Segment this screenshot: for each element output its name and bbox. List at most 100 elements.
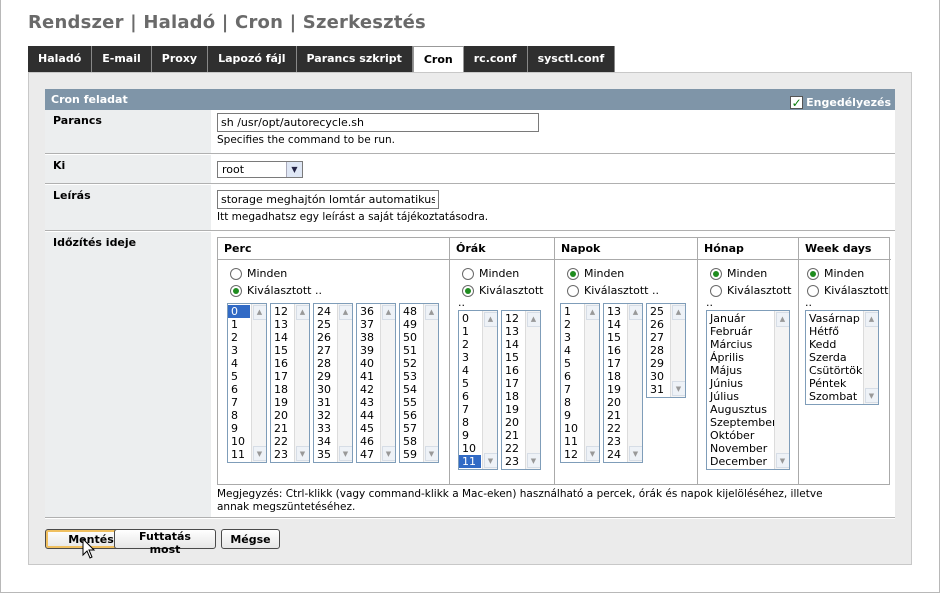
- list-option[interactable]: 3: [459, 351, 481, 364]
- scroll-up-icon[interactable]: ▲: [585, 305, 599, 319]
- scrollbar[interactable]: ▲ ▼: [627, 304, 642, 462]
- weekday-all-option[interactable]: Minden: [799, 265, 891, 282]
- hour-all-option[interactable]: Minden: [450, 265, 554, 282]
- list-option[interactable]: 4: [561, 344, 583, 357]
- list-option[interactable]: 20: [604, 396, 626, 409]
- scroll-up-icon[interactable]: ▲: [338, 305, 352, 319]
- list-option[interactable]: 8: [228, 409, 250, 422]
- scrollbar[interactable]: ▲ ▼: [863, 311, 878, 404]
- list-option[interactable]: 15: [271, 344, 293, 357]
- list-option[interactable]: 22: [502, 442, 524, 455]
- list-option[interactable]: 12: [561, 448, 583, 461]
- list-option[interactable]: Január: [707, 312, 773, 325]
- list-option[interactable]: Vasárnap: [806, 312, 862, 325]
- list-option[interactable]: 14: [271, 331, 293, 344]
- scroll-up-icon[interactable]: ▲: [628, 305, 642, 319]
- day-list-2[interactable]: 25 26 27 28 29 30 31 ▲ ▼: [646, 303, 686, 398]
- cancel-button[interactable]: Mégse: [221, 529, 280, 549]
- scrollbar[interactable]: ▲ ▼: [294, 304, 309, 462]
- list-option[interactable]: 16: [502, 364, 524, 377]
- minute-all-radio[interactable]: [230, 267, 242, 280]
- list-option[interactable]: 37: [357, 318, 379, 331]
- list-option[interactable]: 2: [228, 331, 250, 344]
- list-option[interactable]: 15: [502, 351, 524, 364]
- list-option[interactable]: Szombat: [806, 390, 862, 403]
- day-selected-radio[interactable]: [567, 284, 579, 297]
- scroll-up-icon[interactable]: ▲: [424, 305, 438, 319]
- list-option[interactable]: 13: [604, 305, 626, 318]
- scroll-down-icon[interactable]: ▼: [424, 447, 438, 461]
- list-option[interactable]: 25: [314, 318, 336, 331]
- list-option[interactable]: 9: [459, 429, 481, 442]
- list-option[interactable]: 26: [314, 331, 336, 344]
- list-option[interactable]: 7: [561, 383, 583, 396]
- list-option[interactable]: 39: [357, 344, 379, 357]
- scrollbar[interactable]: ▲ ▼: [380, 304, 395, 462]
- minute-selected-option[interactable]: Kiválasztott ..: [218, 282, 449, 299]
- weekday-selected-option[interactable]: Kiválasztott: [799, 282, 891, 299]
- list-option[interactable]: 29: [314, 370, 336, 383]
- scroll-up-icon[interactable]: ▲: [295, 305, 309, 319]
- list-option[interactable]: 10: [228, 435, 250, 448]
- list-option[interactable]: 50: [400, 331, 422, 344]
- list-option[interactable]: 18: [604, 370, 626, 383]
- list-option[interactable]: 0: [228, 305, 250, 318]
- list-option[interactable]: Szeptember: [707, 416, 777, 429]
- list-option[interactable]: 18: [502, 390, 524, 403]
- list-option[interactable]: 23: [271, 448, 293, 461]
- list-option[interactable]: 57: [400, 422, 422, 435]
- run-now-button[interactable]: Futtatás most: [114, 529, 216, 556]
- scrollbar[interactable]: ▲ ▼: [251, 304, 266, 462]
- list-option[interactable]: 44: [357, 409, 379, 422]
- list-option[interactable]: 42: [357, 383, 379, 396]
- list-option[interactable]: 23: [502, 455, 524, 468]
- hour-all-radio[interactable]: [462, 267, 474, 280]
- list-option[interactable]: 48: [400, 305, 422, 318]
- list-option[interactable]: 21: [271, 422, 293, 435]
- minute-list-0[interactable]: 0 1 2 3 4 5 6 7 8 9 10 11 ▲ ▼: [227, 303, 267, 463]
- list-option[interactable]: Hétfő: [806, 325, 862, 338]
- day-list-1[interactable]: 13 14 15 16 17 18 19 20 21 22 23 24 ▲ ▼: [603, 303, 643, 463]
- list-option[interactable]: 54: [400, 383, 422, 396]
- scrollbar[interactable]: ▲ ▼: [584, 304, 599, 462]
- list-option[interactable]: 20: [502, 416, 524, 429]
- list-option[interactable]: 27: [314, 344, 336, 357]
- list-option[interactable]: Augusztus: [707, 403, 773, 416]
- list-option[interactable]: 19: [271, 396, 293, 409]
- list-option[interactable]: 6: [228, 383, 250, 396]
- list-option[interactable]: 30: [647, 370, 669, 383]
- scroll-up-icon[interactable]: ▲: [864, 312, 878, 326]
- list-option[interactable]: 28: [647, 344, 669, 357]
- scroll-down-icon[interactable]: ▼: [671, 382, 685, 396]
- list-option[interactable]: 55: [400, 396, 422, 409]
- list-option[interactable]: 35: [314, 448, 336, 461]
- scrollbar[interactable]: ▲ ▼: [670, 304, 685, 397]
- list-option[interactable]: 12: [271, 305, 293, 318]
- list-option[interactable]: 21: [604, 409, 626, 422]
- list-option[interactable]: Június: [707, 377, 773, 390]
- list-option[interactable]: 13: [502, 325, 524, 338]
- day-selected-option[interactable]: Kiválasztott ..: [555, 282, 697, 299]
- list-option[interactable]: 27: [647, 331, 669, 344]
- weekday-list[interactable]: Vasárnap Hétfő Kedd Szerda Csütörtök Péntek Sz…: [805, 310, 879, 405]
- tab-command-script[interactable]: Parancs szkript: [296, 46, 413, 72]
- list-option[interactable]: 1: [459, 325, 481, 338]
- weekday-selected-radio[interactable]: [807, 284, 819, 297]
- list-option[interactable]: 7: [459, 403, 481, 416]
- description-input[interactable]: [217, 190, 439, 209]
- command-input[interactable]: [217, 113, 539, 132]
- scroll-down-icon[interactable]: ▼: [295, 447, 309, 461]
- list-option[interactable]: 13: [271, 318, 293, 331]
- scrollbar[interactable]: ▲ ▼: [337, 304, 352, 462]
- list-option[interactable]: 2: [561, 318, 583, 331]
- tab-rc-conf[interactable]: rc.conf: [463, 46, 528, 72]
- minute-all-option[interactable]: Minden: [218, 265, 449, 282]
- list-option[interactable]: 9: [561, 409, 583, 422]
- scroll-up-icon[interactable]: ▲: [252, 305, 266, 319]
- day-list-0[interactable]: 1 2 3 4 5 6 7 8 9 10 11 12 ▲ ▼: [560, 303, 600, 463]
- list-option[interactable]: 31: [647, 383, 669, 396]
- list-option[interactable]: 24: [314, 305, 336, 318]
- hour-list-0[interactable]: 0 1 2 3 4 5 6 7 8 9 10 11 ▲ ▼: [458, 310, 498, 470]
- list-option[interactable]: 8: [459, 416, 481, 429]
- list-option[interactable]: 8: [561, 396, 583, 409]
